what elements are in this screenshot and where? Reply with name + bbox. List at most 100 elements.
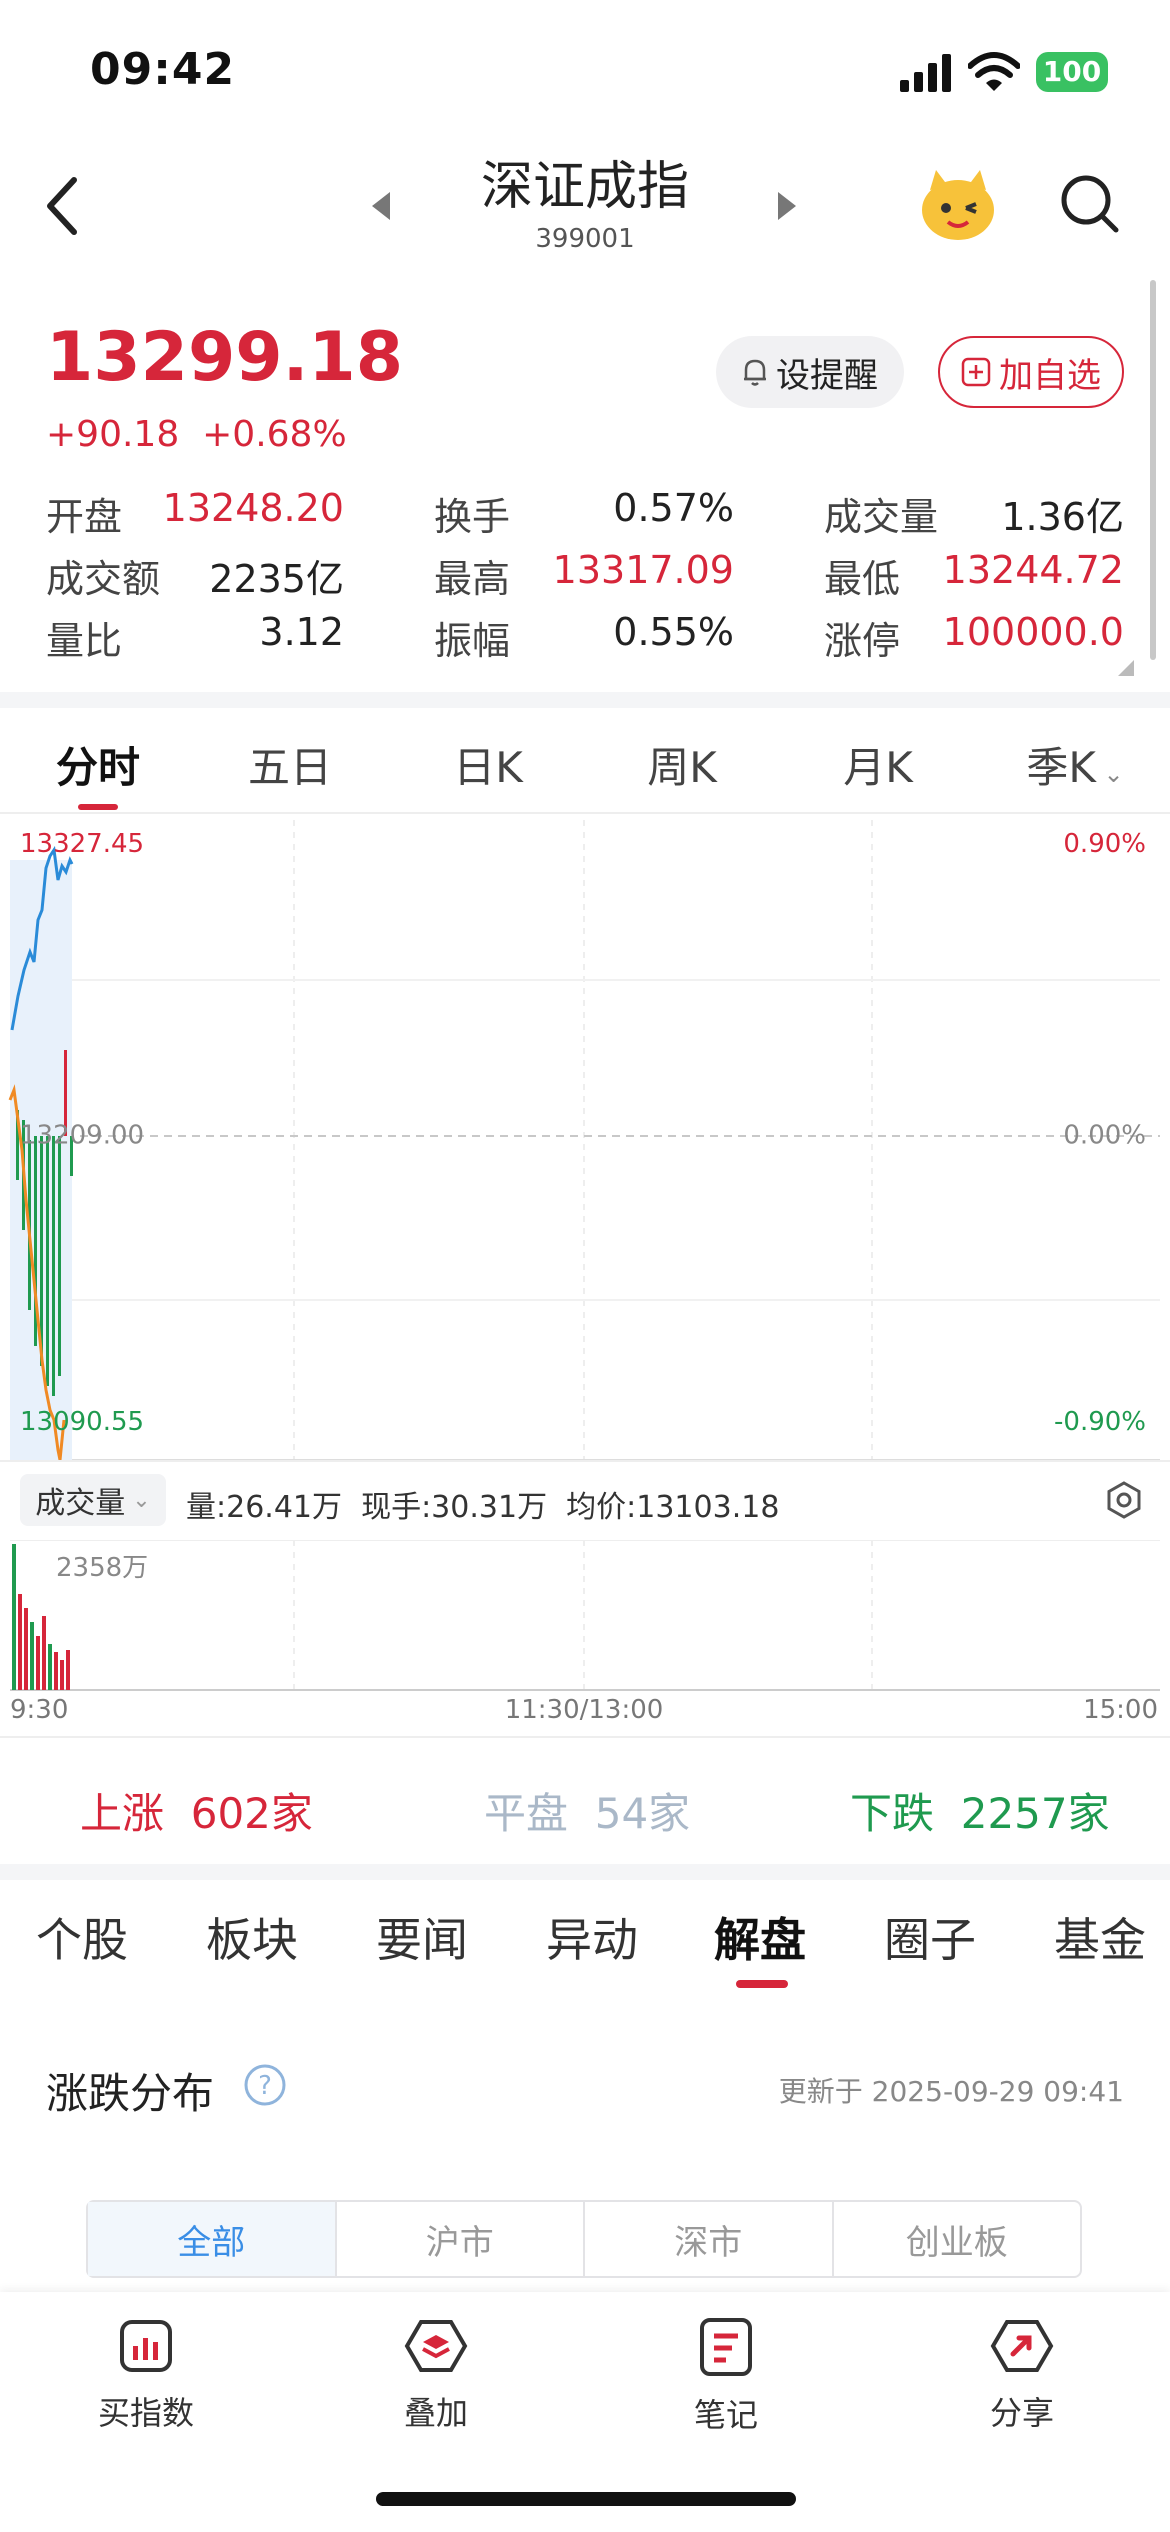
distribution-title: 涨跌分布: [46, 2069, 215, 2118]
stat-label: 开盘: [46, 495, 123, 539]
nav-notes[interactable]: 笔记: [636, 2316, 816, 2436]
tab-monthly-k[interactable]: 月K: [818, 734, 938, 795]
intraday-chart[interactable]: 13327.45 13209.00 13090.55 0.90% 0.00% -…: [0, 820, 1170, 1470]
stat-label: 最高: [434, 557, 511, 601]
add-watchlist-button[interactable]: 加自选: [938, 336, 1124, 408]
y-high-label: 13327.45: [20, 829, 144, 859]
y-low-label: 13090.55: [20, 1407, 144, 1437]
time-mid-label: 11:30/13:00: [505, 1695, 664, 1720]
segment-chinext[interactable]: 创业板: [834, 2202, 1081, 2276]
chevron-down-icon: ⌄: [125, 1487, 151, 1513]
wifi-icon: [968, 52, 1020, 91]
bar-chart-icon: [120, 2320, 172, 2372]
volume-stats: 量:26.41万 现手:30.31万 均价:13103.18: [186, 1482, 779, 1526]
stat-value: 2235亿: [209, 557, 344, 601]
home-indicator[interactable]: [376, 2492, 796, 2506]
tab-community[interactable]: 圈子: [884, 1904, 976, 1970]
tab-daily-k[interactable]: 日K: [428, 734, 548, 795]
flat-count-value: 54家: [594, 1789, 691, 1838]
section-divider: [0, 692, 1170, 708]
segment-shanghai[interactable]: 沪市: [337, 2202, 585, 2276]
stat-value: 13248.20: [162, 486, 344, 530]
tab-sectors[interactable]: 板块: [206, 1904, 298, 1970]
nav-buy-index[interactable]: 买指数: [56, 2316, 236, 2434]
tab-five-day[interactable]: 五日: [230, 734, 350, 795]
search-icon[interactable]: [1058, 172, 1122, 236]
volume-value: 量:26.41万: [186, 1490, 342, 1525]
tab-intraday[interactable]: 分时: [38, 734, 158, 795]
current-hand: 现手:30.31万: [361, 1490, 548, 1525]
chevron-down-icon: ⌄: [1095, 760, 1124, 788]
stat-label: 量比: [46, 619, 123, 663]
down-count[interactable]: 下跌 2257家: [850, 1780, 1110, 1841]
down-count-value: 2257家: [960, 1789, 1110, 1838]
nav-notes-label: 笔记: [693, 2396, 758, 2434]
flat-count-label: 平盘: [484, 1789, 569, 1838]
status-time: 09:42: [90, 44, 236, 95]
signal-icon: [900, 54, 951, 92]
stat-label: 成交量: [824, 495, 939, 539]
segment-all[interactable]: 全部: [88, 2202, 337, 2276]
flat-count[interactable]: 平盘 54家: [484, 1780, 690, 1841]
market-segment-control: 全部 沪市 深市 创业板: [86, 2200, 1082, 2278]
stat-value: 0.57%: [613, 486, 734, 530]
nav-share-label: 分享: [989, 2394, 1054, 2432]
volume-selector[interactable]: 成交量 ⌄: [20, 1474, 166, 1526]
expand-corner-icon[interactable]: [1118, 660, 1134, 676]
pct-mid-label: 0.00%: [1063, 1121, 1146, 1151]
next-index-icon[interactable]: [776, 190, 800, 222]
segment-shenzhen[interactable]: 深市: [585, 2202, 834, 2276]
tab-weekly-k[interactable]: 周K: [622, 734, 742, 795]
tab-stocks[interactable]: 个股: [36, 1904, 128, 1970]
help-icon[interactable]: ?: [242, 2062, 288, 2108]
news-tab-indicator: [736, 1980, 788, 1988]
time-start-label: 9:30: [10, 1695, 68, 1720]
bell-icon: [744, 359, 766, 386]
y-mid-label: 13209.00: [20, 1121, 144, 1151]
set-alert-label: 设提醒: [776, 355, 878, 396]
counts-divider: [0, 1736, 1170, 1738]
stat-label: 最低: [824, 557, 901, 601]
svg-text:?: ?: [258, 2071, 272, 2101]
stat-label: 振幅: [434, 619, 511, 663]
up-count-value: 602家: [190, 1789, 313, 1838]
nav-overlay-label: 叠加: [403, 2394, 468, 2432]
set-alert-button[interactable]: 设提醒: [716, 336, 904, 408]
volume-divider-top: [0, 1460, 1170, 1462]
change-percent: +0.68%: [202, 414, 347, 455]
nav-share[interactable]: 分享: [932, 2316, 1112, 2434]
time-end-label: 15:00: [1083, 1695, 1158, 1720]
layers-icon: [404, 2320, 468, 2372]
battery-indicator: 100: [1036, 52, 1108, 92]
tab-analysis[interactable]: 解盘: [714, 1904, 806, 1970]
price-change: +90.18 +0.68%: [46, 414, 347, 455]
stat-value: 100000.0: [942, 610, 1124, 654]
settings-icon[interactable]: [1104, 1480, 1144, 1520]
nav-overlay[interactable]: 叠加: [346, 2316, 526, 2434]
tab-funds[interactable]: 基金: [1054, 1904, 1146, 1970]
tab-quarterly-k[interactable]: 季K ⌄: [1010, 734, 1140, 795]
stat-value: 13244.72: [942, 548, 1124, 592]
tab-news[interactable]: 要闻: [376, 1904, 468, 1970]
change-value: +90.18: [46, 414, 180, 455]
add-watchlist-label: 加自选: [999, 355, 1101, 396]
stat-label: 换手: [434, 495, 511, 539]
scrollbar[interactable]: [1150, 280, 1156, 660]
stat-value: 1.36亿: [1001, 495, 1124, 539]
volume-max-label: 2358万: [56, 1553, 148, 1583]
nav-buy-index-label: 买指数: [97, 2394, 194, 2432]
active-tab-indicator: [78, 804, 118, 810]
pct-high-label: 0.90%: [1063, 829, 1146, 859]
stat-label: 涨停: [824, 619, 901, 663]
stat-label: 成交额: [46, 557, 161, 601]
stat-value: 0.55%: [613, 610, 734, 654]
mascot-icon[interactable]: [918, 166, 998, 242]
volume-selector-label: 成交量: [35, 1486, 126, 1521]
up-count-label: 上涨: [80, 1789, 165, 1838]
stat-value: 13317.09: [552, 548, 734, 592]
tab-quarterly-k-label: 季K: [1026, 743, 1096, 792]
plus-box-icon: [961, 357, 991, 387]
tab-movers[interactable]: 异动: [546, 1904, 638, 1970]
volume-chart[interactable]: 2358万 9:30 11:30/13:00 15:00: [0, 1540, 1170, 1720]
up-count[interactable]: 上涨 602家: [80, 1780, 313, 1841]
